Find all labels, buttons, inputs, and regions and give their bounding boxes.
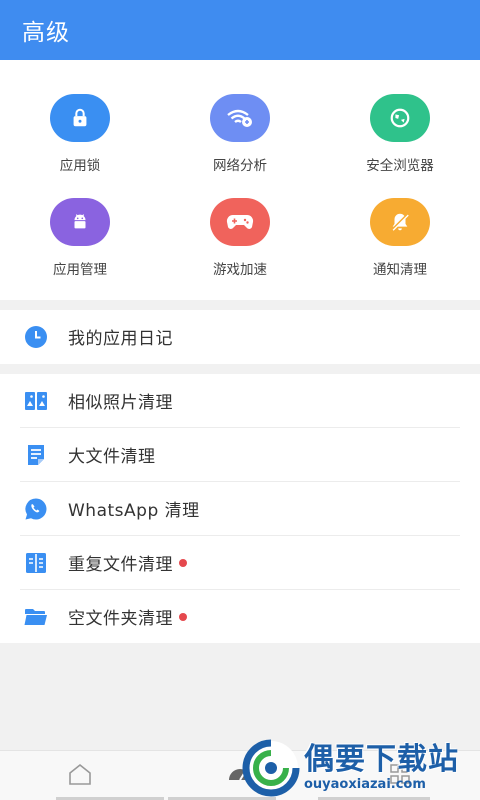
- nav-home[interactable]: [0, 751, 160, 800]
- clock-icon: [24, 325, 48, 349]
- app-diary-row[interactable]: 我的应用日记: [0, 310, 480, 363]
- wifi-icon: [210, 94, 270, 142]
- watermark-name: 偶要下载站: [304, 742, 459, 777]
- lock-icon: [50, 94, 110, 142]
- list-item-whatsapp[interactable]: WhatsApp 清理: [0, 482, 480, 535]
- watermark-domain: ouyaoxiazai.com: [304, 777, 426, 792]
- page-title: 高级: [22, 20, 70, 46]
- bell-off-icon: [370, 198, 430, 246]
- tool-network-analysis[interactable]: 网络分析: [160, 94, 320, 198]
- globe-icon: [370, 94, 430, 142]
- tool-label: 网络分析: [213, 158, 267, 174]
- file-icon: [24, 443, 48, 467]
- row-label: 大文件清理: [68, 447, 156, 467]
- tool-game-boost[interactable]: 游戏加速: [160, 198, 320, 302]
- whatsapp-icon: [24, 497, 48, 521]
- row-label: 我的应用日记: [68, 329, 173, 349]
- row-label: 空文件夹清理: [68, 609, 173, 629]
- row-label: WhatsApp 清理: [68, 501, 200, 521]
- home-icon: [67, 762, 93, 790]
- list-item-empty-folders[interactable]: 空文件夹清理: [0, 590, 480, 643]
- tools-grid: 应用锁 网络分析 安全浏览器 应用管理 游戏加速 通知清理: [0, 60, 480, 300]
- row-label: 重复文件清理: [68, 555, 173, 575]
- tool-label: 通知清理: [373, 262, 427, 278]
- android-icon: [50, 198, 110, 246]
- tool-label: 安全浏览器: [366, 158, 434, 174]
- tool-label: 应用管理: [53, 262, 107, 278]
- cleanup-list: 相似照片清理 大文件清理 WhatsApp 清理 重复文件清理 空文件夹清理: [0, 374, 480, 643]
- new-badge-dot: [179, 612, 187, 621]
- new-badge-dot: [179, 558, 187, 567]
- app-header: 高级: [0, 0, 480, 60]
- duplicate-icon: [24, 551, 48, 575]
- watermark-text: 偶要下载站 ouyaoxiazai.com: [304, 743, 459, 793]
- photos-icon: [24, 389, 48, 413]
- site-watermark: 偶要下载站 ouyaoxiazai.com: [240, 736, 480, 800]
- watermark-logo-icon: [240, 737, 302, 799]
- tool-app-lock[interactable]: 应用锁: [0, 94, 160, 198]
- app-diary-card: 我的应用日记: [0, 310, 480, 364]
- tool-notification-cleaner[interactable]: 通知清理: [320, 198, 480, 302]
- list-item-large-files[interactable]: 大文件清理: [0, 428, 480, 481]
- folder-icon: [24, 605, 48, 629]
- row-label: 相似照片清理: [68, 393, 173, 413]
- list-item-duplicate-files[interactable]: 重复文件清理: [0, 536, 480, 589]
- tool-safe-browser[interactable]: 安全浏览器: [320, 94, 480, 198]
- tool-app-manager[interactable]: 应用管理: [0, 198, 160, 302]
- list-item-similar-photos[interactable]: 相似照片清理: [0, 374, 480, 427]
- gamepad-icon: [210, 198, 270, 246]
- tool-label: 游戏加速: [213, 262, 267, 278]
- tool-label: 应用锁: [59, 158, 101, 174]
